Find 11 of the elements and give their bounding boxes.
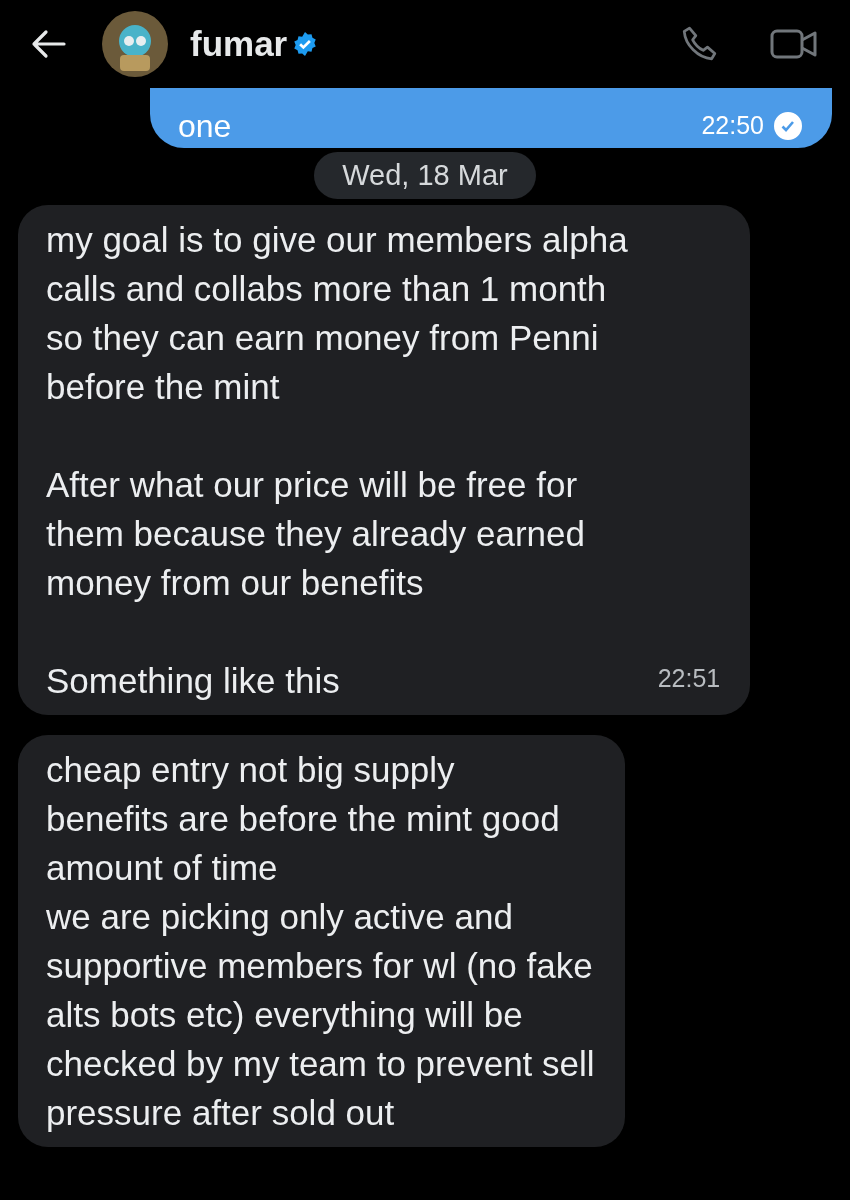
message-text: cheap entry not big supply benefits are before the mint good amount of time we are picking only active and supportive members for wl (no fake alts bots etc) everything will be checked by my team to prevent sell pressure after sold out xyxy=(46,749,595,1134)
received-message-bubble[interactable] xyxy=(18,205,751,715)
back-arrow-icon[interactable] xyxy=(30,29,66,59)
message-time: 22:50 xyxy=(701,111,764,140)
message-text: one xyxy=(178,112,232,140)
phone-icon[interactable] xyxy=(680,25,718,63)
received-message-bubble[interactable] xyxy=(18,735,625,1147)
date-separator: Wed, 18 Mar xyxy=(314,152,536,199)
avatar[interactable] xyxy=(102,11,168,77)
message-time: 22:51 xyxy=(657,664,721,694)
contact-name[interactable]: fumar xyxy=(190,24,288,64)
